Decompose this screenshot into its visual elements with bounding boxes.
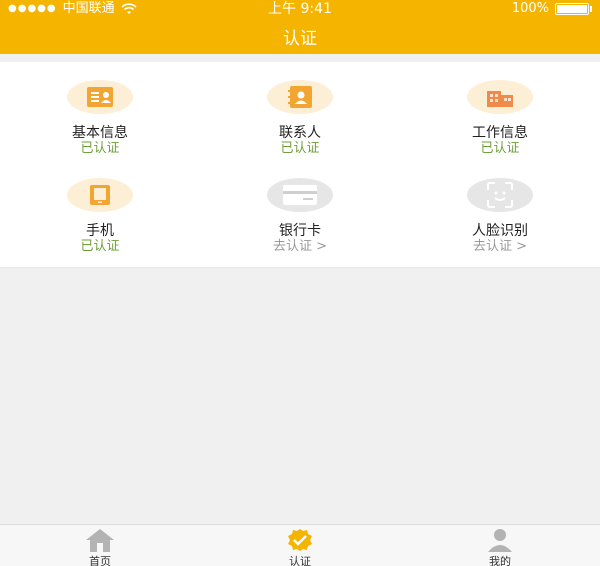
grid-item-face-recognition[interactable]: 人脸识别 去认证 > [400, 162, 600, 262]
grid-item-work-info[interactable]: 工作信息 已认证 [400, 62, 600, 162]
basic-info-icon-bg [67, 80, 133, 114]
tab-verify[interactable]: 认证 [200, 525, 400, 566]
grid-item-bank-card[interactable]: 银行卡 去认证 > [200, 162, 400, 262]
status-bar: ●●●●● 中国联通 上午 9:41 100% [0, 0, 600, 18]
grid-item-phone[interactable]: 手机 已认证 [0, 162, 200, 262]
header-bar: ●●●●● 中国联通 上午 9:41 100% 认证 [0, 0, 600, 54]
grid-item-contacts[interactable]: 联系人 已认证 [200, 62, 400, 162]
phone-icon-bg [67, 178, 133, 212]
bank-card-icon-bg [267, 178, 333, 212]
bank-card-icon [283, 185, 317, 205]
tab-bar: 首页 认证 我的 [0, 524, 600, 566]
item-status: 已认证 [480, 141, 520, 156]
building-icon [487, 91, 513, 107]
battery-icon [555, 3, 589, 15]
tab-mine[interactable]: 我的 [400, 525, 600, 566]
battery-percent: 100% [511, 1, 549, 16]
contacts-icon-bg [267, 80, 333, 114]
item-status: 已认证 [280, 141, 320, 156]
home-icon [86, 529, 114, 552]
item-status: 已认证 [80, 141, 120, 156]
work-info-icon-bg [467, 80, 533, 114]
item-status: 已认证 [80, 239, 120, 254]
verification-grid: 基本信息 已认证 联系人 已认证 工作信息 已认证 手机 已认证 银行卡 去认证… [0, 62, 600, 268]
tab-home[interactable]: 首页 [0, 525, 200, 566]
id-card-icon [87, 87, 113, 107]
phone-icon [90, 185, 110, 205]
battery-tip-icon [590, 6, 592, 12]
contacts-book-icon [288, 86, 312, 108]
face-scan-icon [487, 182, 513, 208]
tab-label: 认证 [289, 555, 311, 566]
item-status-link[interactable]: 去认证 > [400, 235, 600, 254]
user-icon [488, 529, 512, 552]
status-right: 100% [512, 0, 592, 18]
grid-item-basic-info[interactable]: 基本信息 已认证 [0, 62, 200, 162]
face-recognition-icon-bg [467, 178, 533, 212]
tab-label: 首页 [89, 555, 111, 566]
verify-badge-icon [288, 529, 312, 551]
item-status-link[interactable]: 去认证 > [200, 235, 400, 254]
tab-label: 我的 [489, 555, 511, 566]
status-time: 上午 9:41 [268, 1, 332, 17]
page-title: 认证 [283, 29, 317, 49]
